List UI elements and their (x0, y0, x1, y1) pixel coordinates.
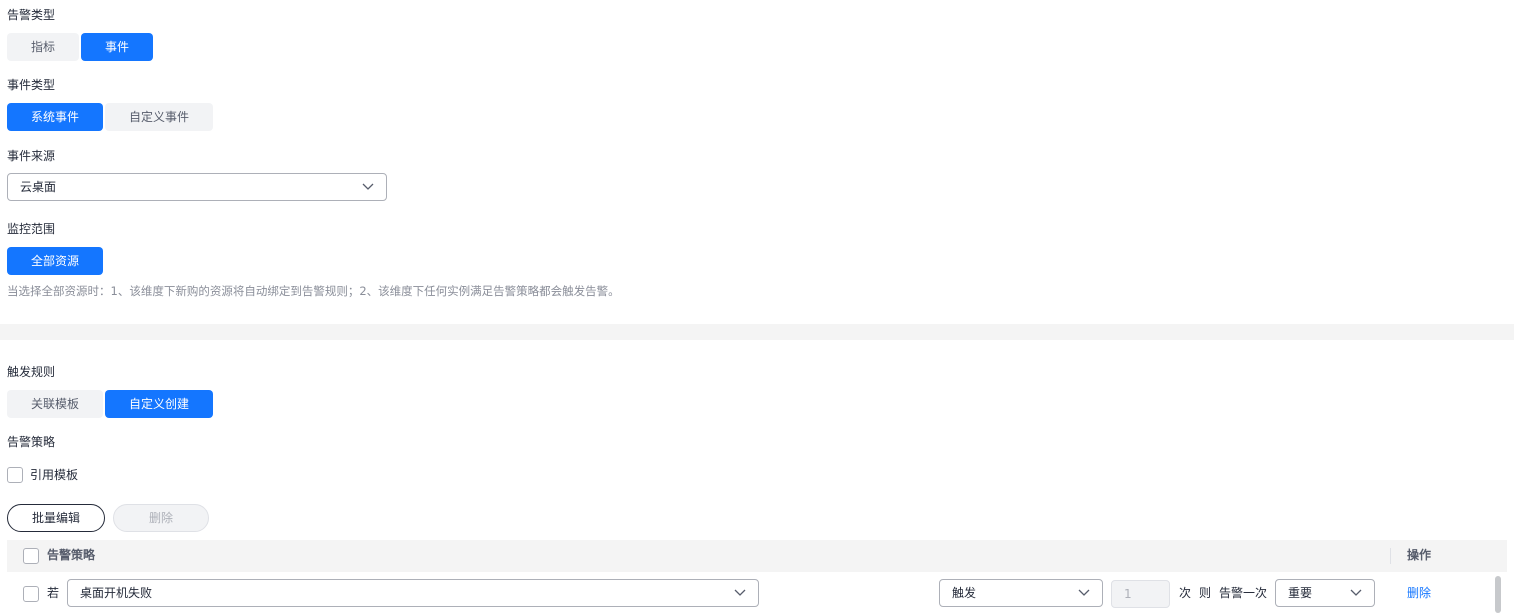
event-type-option-custom[interactable]: 自定义事件 (105, 103, 213, 131)
row-event-select[interactable]: 桌面开机失败 (67, 579, 759, 607)
alarm-type-segmented: 指标 事件 (7, 33, 153, 61)
event-type-segmented: 系统事件 自定义事件 (7, 103, 213, 131)
row-trigger-select[interactable]: 触发 (939, 579, 1103, 607)
row-then-label: 则 (1199, 586, 1212, 600)
event-type-option-system[interactable]: 系统事件 (7, 103, 103, 131)
monitor-scope-hint: 当选择全部资源时：1、该维度下新购的资源将自动绑定到告警规则；2、该维度下任何实… (7, 284, 620, 298)
row-severity-value: 重要 (1288, 586, 1313, 600)
row-checkbox[interactable] (23, 586, 39, 602)
trigger-rule-option-template[interactable]: 关联模板 (7, 390, 103, 418)
alarm-type-option-event[interactable]: 事件 (81, 33, 153, 61)
chevron-down-icon (1078, 589, 1090, 596)
delete-selected-button[interactable]: 删除 (113, 504, 209, 532)
event-source-select[interactable]: 云桌面 (7, 173, 387, 201)
row-count-value: 1 (1124, 587, 1132, 601)
row-count-input[interactable]: 1 (1111, 580, 1170, 608)
row-alarm-once-label: 告警一次 (1219, 586, 1268, 600)
row-times-label: 次 (1179, 586, 1192, 600)
row-severity-select[interactable]: 重要 (1275, 579, 1375, 607)
chevron-down-icon (362, 183, 374, 190)
monitor-scope-all-resources-button[interactable]: 全部资源 (7, 247, 103, 275)
alarm-policy-label: 告警策略 (7, 435, 56, 449)
use-template-label: 引用模板 (30, 468, 79, 482)
column-header-actions: 操作 (1407, 548, 1432, 562)
trigger-rule-option-custom[interactable]: 自定义创建 (105, 390, 213, 418)
batch-edit-button[interactable]: 批量编辑 (7, 504, 105, 532)
select-all-checkbox[interactable] (23, 548, 39, 564)
policy-table-header (7, 540, 1507, 572)
section-divider (0, 324, 1514, 340)
row-event-value: 桌面开机失败 (80, 586, 153, 600)
trigger-rule-label: 触发规则 (7, 365, 56, 379)
chevron-down-icon (1350, 589, 1362, 596)
chevron-down-icon (734, 589, 746, 596)
vertical-scrollbar[interactable] (1495, 576, 1501, 613)
event-source-label: 事件来源 (7, 149, 56, 163)
use-template-checkbox[interactable] (7, 467, 23, 483)
alarm-type-option-metric[interactable]: 指标 (7, 33, 79, 61)
row-delete-link[interactable]: 删除 (1407, 585, 1431, 601)
alarm-type-label: 告警类型 (7, 8, 56, 22)
monitor-scope-segmented: 全部资源 (7, 247, 103, 275)
trigger-rule-segmented: 关联模板 自定义创建 (7, 390, 213, 418)
column-header-policy: 告警策略 (47, 548, 96, 562)
row-if-label: 若 (47, 586, 60, 600)
event-source-value: 云桌面 (20, 180, 57, 194)
monitor-scope-label: 监控范围 (7, 222, 56, 236)
column-separator (1390, 548, 1391, 564)
event-type-label: 事件类型 (7, 78, 56, 92)
row-trigger-value: 触发 (952, 586, 977, 600)
